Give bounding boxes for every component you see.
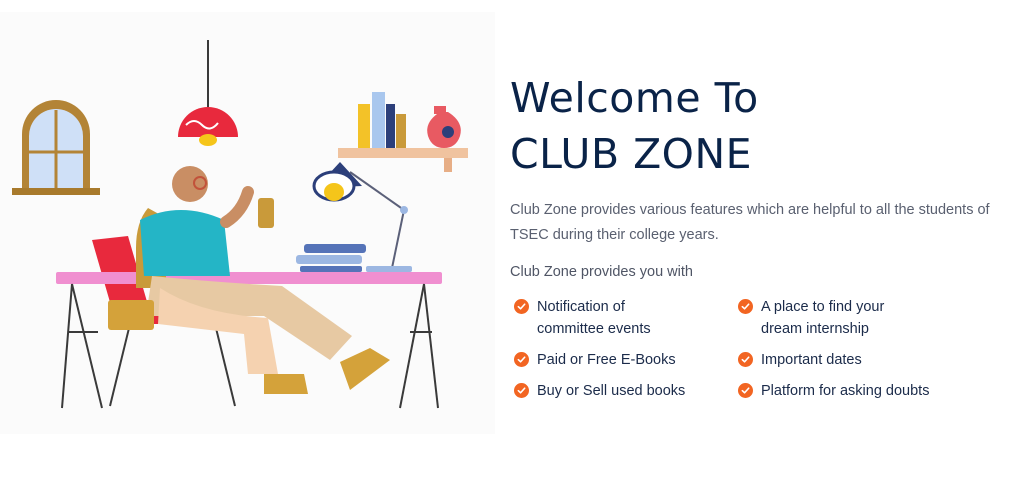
feature-item: Paid or Free E-Books (514, 349, 717, 371)
check-circle-icon (514, 299, 529, 314)
feature-item: Notification of committee events (514, 296, 717, 340)
hero-description: Club Zone provides various features whic… (510, 202, 990, 243)
check-circle-icon (514, 383, 529, 398)
feature-item: Buy or Sell used books (514, 380, 717, 402)
window-illustration (12, 100, 100, 195)
feature-item: Platform for asking doubts (738, 380, 941, 402)
check-circle-icon (738, 352, 753, 367)
check-circle-icon (738, 383, 753, 398)
check-circle-icon (514, 352, 529, 367)
feature-label: Platform for asking doubts (761, 383, 930, 399)
title-line-1: Welcome To (510, 74, 759, 122)
shelf-illustration (338, 92, 468, 172)
feature-label: Notification of committee events (537, 299, 651, 337)
hero-content: Welcome To CLUB ZONE Club Zone provides … (510, 70, 1010, 399)
desk-books-illustration (296, 244, 366, 272)
page-title: Welcome To CLUB ZONE (510, 70, 1010, 182)
feature-label: Paid or Free E-Books (537, 352, 676, 368)
features-subheading: Club Zone provides you with (510, 264, 693, 280)
feature-label: Important dates (761, 352, 862, 368)
check-circle-icon (738, 299, 753, 314)
feature-item: Important dates (738, 349, 941, 371)
feature-label: A place to find your dream internship (761, 299, 885, 337)
feature-label: Buy or Sell used books (537, 383, 686, 399)
hero-illustration (0, 12, 495, 434)
pendant-lamp-illustration (178, 40, 238, 146)
title-line-2: CLUB ZONE (510, 130, 753, 178)
feature-item: A place to find your dream internship (738, 296, 941, 340)
